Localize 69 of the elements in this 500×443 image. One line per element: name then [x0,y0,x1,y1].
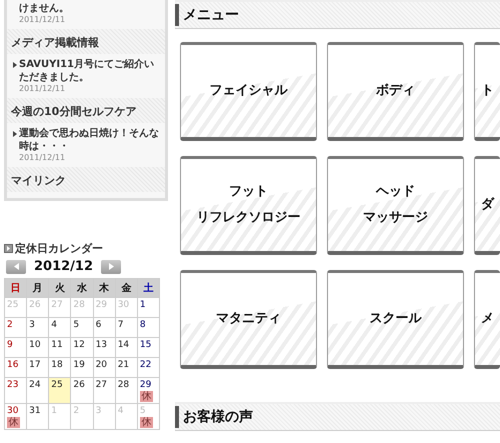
calendar-day[interactable]: 5 [71,318,93,337]
calendar-day[interactable]: 8 [138,318,159,337]
right-arrow-icon [108,263,114,270]
menu-tile[interactable]: フット リフレクソロジー [180,156,317,255]
weekday-header: 日 [5,279,26,297]
calendar-day[interactable]: 25 [49,378,70,403]
weekday-header: 金 [116,279,137,297]
calendar-day[interactable]: 29 休 [138,378,159,403]
calendar-day[interactable]: 4 [49,318,70,337]
menu-tile[interactable]: メ [474,270,500,369]
holiday-badge: 休 [140,391,153,402]
section-heading: マイリンク [7,167,165,192]
holiday-badge: 休 [140,417,153,428]
calendar-day[interactable]: 26 [71,378,93,403]
news-date: 2011/12/11 [19,84,66,94]
calendar-day[interactable]: 28 [116,378,137,403]
section-heading: 今週の10分間セルフケア [7,98,165,123]
calendar-day[interactable]: 31 [27,404,48,429]
calendar-day[interactable]: 19 [71,358,93,377]
calendar-day[interactable]: 13 [94,338,115,357]
calendar-day[interactable]: 2 [5,318,26,337]
calendar-day[interactable]: 9 [5,338,26,357]
calendar-day[interactable]: 17 [27,358,48,377]
calendar-day[interactable]: 23 [5,378,26,403]
menu-tile[interactable]: ダ [474,156,500,255]
calendar-day[interactable]: 5 休 [138,404,159,429]
calendar-day[interactable]: 1 [138,298,159,317]
weekday-header: 土 [138,279,159,297]
section-header: メニュー [175,0,500,29]
section-header: お客様の声 [175,402,500,431]
weekday-header: 月 [27,279,48,297]
calendar-month: 2012/12 [34,259,94,274]
calendar-day[interactable]: 27 [94,378,115,403]
calendar-day[interactable]: 11 [49,338,70,357]
calendar-day[interactable]: 7 [116,318,137,337]
menu-tile[interactable]: ト [474,42,500,141]
news-link[interactable]: 運動会で思わぬ日焼け！そんな時は・・・ [19,127,160,153]
calendar-day[interactable]: 30 休 [5,404,26,429]
calendar-day[interactable]: 20 [94,358,115,377]
weekday-header: 木 [94,279,115,297]
calendar-day[interactable]: 6 [94,318,115,337]
menu-tile[interactable]: ボディ [327,42,464,141]
menu-tile[interactable]: マタニティ [180,270,317,369]
calendar-day[interactable]: 14 [116,338,137,357]
weekday-header: 水 [71,279,93,297]
calendar-day[interactable]: 10 [27,338,48,357]
news-date: 2011/12/11 [19,15,66,25]
calendar-day[interactable]: 22 [138,358,159,377]
news-date: 2011/12/11 [19,153,66,163]
calendar-day[interactable]: 15 [138,338,159,357]
calendar-title: 定休日カレンダー [15,241,103,256]
news-link[interactable]: けません。 [19,2,69,15]
section-heading: メディア掲載情報 [7,29,165,54]
calendar-day[interactable]: 24 [27,378,48,403]
calendar-day[interactable]: 18 [49,358,70,377]
menu-tile[interactable]: スクール [327,270,464,369]
holiday-badge: 休 [7,417,20,428]
next-month-button[interactable] [101,260,122,274]
menu-tile[interactable]: ヘッド マッサージ [327,156,464,255]
weekday-header: 火 [49,279,70,297]
prev-month-button[interactable] [6,260,26,274]
calendar-day[interactable]: 16 [5,358,26,377]
arrow-box-icon [4,244,13,253]
calendar-day[interactable]: 3 [27,318,48,337]
news-link[interactable]: SAVUYI11月号にてご紹介いただきました。 [19,58,160,84]
calendar-day[interactable]: 21 [116,358,137,377]
menu-tile[interactable]: フェイシャル [180,42,317,141]
left-arrow-icon [14,263,18,270]
calendar-day[interactable]: 12 [71,338,93,357]
